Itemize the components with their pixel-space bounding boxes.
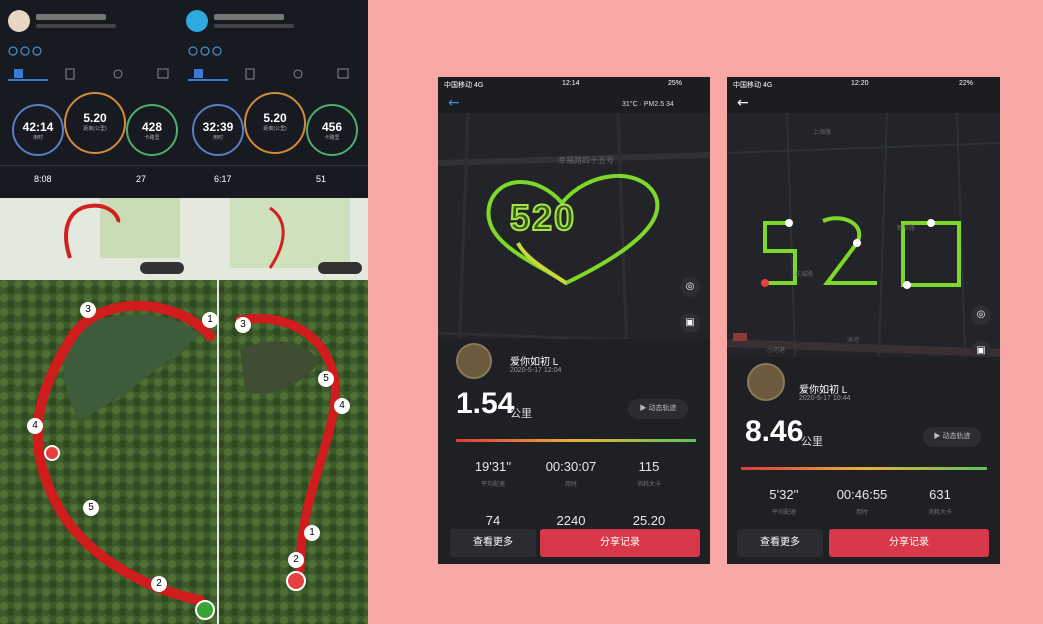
extra-stat: 2240 [556,513,586,528]
back-arrow-icon[interactable]: ← [448,96,462,110]
distance-unit: 公里 [801,436,823,448]
avg-pace-label: 平均配速 [771,510,796,516]
avg-pace-value: 19'31'' [474,459,512,474]
user-avatar[interactable] [456,343,492,379]
route-marker[interactable]: 5 [83,500,99,516]
status-bar: 中国移动 4G 12:14 25% [444,80,683,89]
weather-info: 31°C · PM2.5 34 [622,101,674,108]
avatar [186,10,208,32]
distance-value: 8.46 [745,415,804,448]
pace-value: 6:17 [214,174,232,184]
cadence-value: 27 [136,174,147,184]
social-icons[interactable] [188,42,238,56]
playback-button[interactable]: ▶ 动态轨迹 [923,427,981,447]
calorie-value: 115 [638,459,660,474]
view-more-button[interactable]: 查看更多 [737,529,823,557]
distance-ring: 5.20 距离(公里) [64,92,126,154]
street-label: 小河港 [767,348,786,354]
street-label: 东城路 [795,272,814,278]
duration-label: 用时 [855,510,868,516]
extra-stat: 74 [485,513,501,528]
route-text-520: 520 [509,196,577,239]
duration-ring: 32:39 用时 [192,104,244,156]
avg-pace-value: 5'32'' [769,487,799,502]
street-label: 幸福路四十五号 [558,156,614,165]
back-arrow-icon[interactable]: ← [737,96,751,110]
avatar [8,10,30,32]
duration-value: 00:46:55 [836,487,888,502]
street-label: 上海路 [813,130,832,136]
phone-screenshot-1: 中国移动 4G 12:14 25% ← 31°C · PM2.5 34 幸福路四… [438,77,710,564]
blurred-username [214,14,284,20]
tab-bar[interactable] [8,66,358,81]
route-marker[interactable]: 2 [288,552,304,568]
route-marker[interactable]: 4 [334,398,350,414]
map-preview-strip [0,198,368,280]
route-marker[interactable]: 3 [80,302,96,318]
record-date: 2020-5-17 12:04 [510,367,562,374]
share-record-button[interactable]: 分享记录 [829,529,989,557]
calorie-ring: 428 卡路里 [126,104,178,156]
distance-unit: 公里 [510,408,532,420]
route-marker[interactable]: 5 [318,371,334,387]
locate-icon[interactable]: ◎ [971,305,991,325]
distance-ring: 5.20 距离(公里) [244,92,306,154]
blurred-subtitle [36,24,116,28]
pace-gradient-bar [456,439,696,442]
street-label: 新华路 [897,226,916,232]
share-record-button[interactable]: 分享记录 [540,529,700,557]
view-more-button[interactable]: 查看更多 [450,529,536,557]
extra-stat: 25.20 [632,513,666,528]
pace-value: 8:08 [34,174,52,184]
route-marker[interactable]: 2 [151,576,167,592]
calorie-value: 631 [929,487,951,502]
summary-strip: 42:14 用时 5.20 距离(公里) 428 卡路里 32:39 用时 5.20 距离… [0,0,368,198]
street-label: 沭河 [847,338,860,344]
calorie-label: 消耗大卡 [636,482,661,488]
cadence-value: 51 [316,174,327,184]
duration-label: 用时 [564,482,577,488]
calorie-ring: 456 卡路里 [306,104,358,156]
route-marker[interactable]: 4 [27,418,43,434]
locate-icon[interactable]: ◎ [680,277,700,297]
avg-pace-label: 平均配速 [480,482,505,488]
record-date: 2020-5-17 10:44 [799,395,851,402]
duration-value: 00:30:07 [545,459,597,474]
phone-screenshot-2: 中国移动 4G 12:20 22% ← 上海路 新华路 东城路 小河港 沭河 ◎… [727,77,1000,564]
username: 爱你如初 L [510,357,559,368]
screenshot-icon[interactable]: ▣ [680,313,700,333]
blurred-subtitle [214,24,294,28]
username: 爱你如初 L [799,385,848,396]
blurred-username [36,14,106,20]
status-bar: 中国移动 4G 12:20 22% [733,80,974,89]
satellite-map[interactable]: 3 1 4 5 2 3 5 4 1 2 [0,280,368,624]
route-marker[interactable]: 3 [235,317,251,333]
left-collage: 42:14 用时 5.20 距离(公里) 428 卡路里 32:39 用时 5.20 距离… [0,0,368,624]
pace-gradient-bar [741,467,987,470]
playback-button[interactable]: ▶ 动态轨迹 [628,399,688,419]
route-marker[interactable]: 1 [304,525,320,541]
duration-ring: 42:14 用时 [12,104,64,156]
user-avatar[interactable] [747,363,785,401]
route-marker[interactable]: 1 [202,312,218,328]
calorie-label: 消耗大卡 [927,510,952,516]
distance-value: 1.54 [456,387,515,420]
social-icons[interactable] [8,42,58,56]
